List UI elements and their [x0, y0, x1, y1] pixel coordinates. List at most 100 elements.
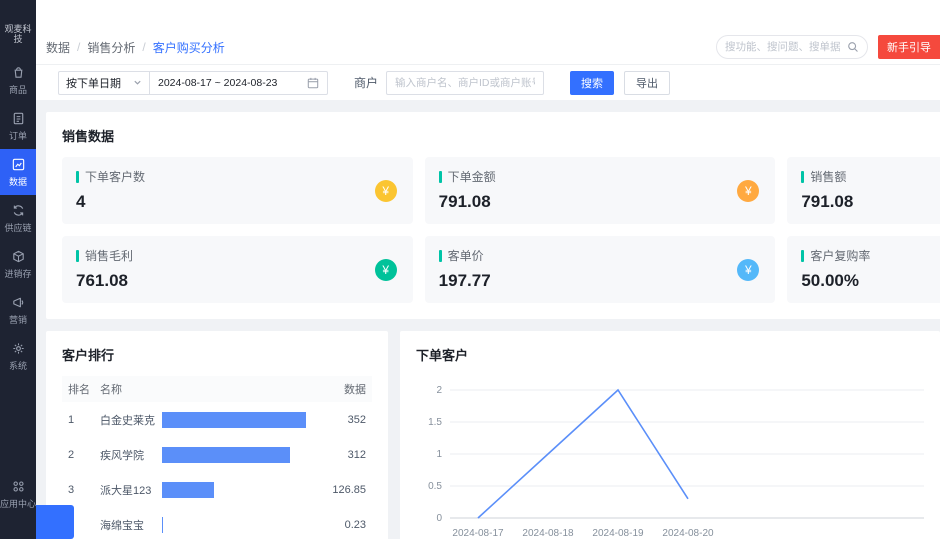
filter-bar: 按下单日期 商户 搜索 导出: [36, 64, 940, 100]
ranking-table-header: 排名 名称 数据: [62, 376, 372, 402]
svg-text:2: 2: [436, 385, 442, 396]
date-range-picker[interactable]: [150, 71, 328, 95]
ranking-row: 1白金史莱克 352: [62, 402, 372, 437]
customer-name: 海绵宝宝: [100, 517, 162, 533]
gear-icon: [11, 341, 26, 356]
svg-text:2024-08-19: 2024-08-19: [592, 528, 644, 539]
breadcrumb: 数据 / 销售分析 / 客户购买分析: [46, 39, 225, 56]
breadcrumb-item-data[interactable]: 数据: [46, 39, 70, 56]
breadcrumb-separator: /: [77, 40, 80, 54]
metric-sales-amount: 销售额 791.08: [787, 157, 940, 224]
svg-text:1: 1: [436, 449, 442, 460]
accent-bar: [439, 250, 442, 262]
yen-circle-icon: ¥: [375, 180, 397, 202]
svg-text:0: 0: [436, 513, 442, 524]
global-search-input[interactable]: [725, 41, 847, 53]
amount-circle-icon: ¥: [737, 180, 759, 202]
search-button[interactable]: 搜索: [570, 71, 614, 95]
sidebar-item-label: 订单: [9, 129, 27, 142]
svg-text:1.5: 1.5: [428, 417, 442, 428]
beginner-guide-button[interactable]: 新手引导: [878, 35, 940, 59]
sidebar-nav: 商品订单数据供应链进销存营销系统: [0, 57, 36, 379]
customer-ranking-title: 客户排行: [62, 345, 372, 364]
metric-value: 761.08: [76, 271, 399, 291]
order-icon: [11, 111, 26, 126]
sidebar-item-label: 数据: [9, 175, 27, 188]
sidebar-item-system[interactable]: 系统: [0, 333, 36, 379]
metric-value: 791.08: [801, 192, 940, 212]
customer-name: 白金史莱克: [100, 412, 162, 428]
ranking-bar: [162, 447, 290, 463]
rank-number: 3: [68, 484, 100, 496]
sidebar-item-label: 营销: [9, 313, 27, 326]
profit-circle-icon: ¥: [375, 259, 397, 281]
sidebar-item-marketing[interactable]: 营销: [0, 287, 36, 333]
supply-icon: [11, 203, 26, 218]
sidebar-item-supply[interactable]: 供应链: [0, 195, 36, 241]
rank-number: 1: [68, 414, 100, 426]
search-icon[interactable]: [847, 41, 859, 53]
price-circle-icon: ¥: [737, 259, 759, 281]
metric-value: 791.08: [439, 192, 762, 212]
customer-name: 派大星123: [100, 482, 162, 498]
sidebar-item-products[interactable]: 商品: [0, 57, 36, 103]
sidebar-item-orders[interactable]: 订单: [0, 103, 36, 149]
metric-order-customers: 下单客户数 4 ¥: [62, 157, 413, 224]
metric-value: 50.00%: [801, 271, 940, 291]
sidebar-item-inventory[interactable]: 进销存: [0, 241, 36, 287]
metric-avg-order-value: 客单价 197.77 ¥: [425, 236, 776, 303]
date-range-input[interactable]: [158, 77, 301, 89]
breadcrumb-current-page: 客户购买分析: [153, 39, 225, 56]
chevron-down-icon: [133, 78, 142, 87]
sales-data-card: 销售数据 下单客户数 4 ¥ 下单金额 791.08 ¥ 销售额 791.08: [46, 112, 940, 319]
ranking-bar: [162, 412, 306, 428]
sidebar-item-app-center[interactable]: 应用中心: [0, 471, 36, 517]
date-type-select[interactable]: 按下单日期: [58, 71, 150, 95]
global-search: [716, 35, 868, 59]
ranking-row: 3派大星123 126.85: [62, 472, 372, 507]
ranking-bar-track: [162, 447, 306, 463]
ranking-value: 312: [306, 449, 366, 461]
sales-data-title: 销售数据: [62, 126, 940, 145]
accent-bar: [439, 171, 442, 183]
inventory-icon: [11, 249, 26, 264]
merchant-search-input[interactable]: [386, 71, 544, 95]
accent-bar: [801, 250, 804, 262]
export-button[interactable]: 导出: [624, 71, 670, 95]
marketing-icon: [11, 295, 26, 310]
column-name: 名称: [100, 381, 306, 397]
sidebar-item-data[interactable]: 数据: [0, 149, 36, 195]
ranking-bar-track: [162, 482, 306, 498]
svg-text:0.5: 0.5: [428, 481, 442, 492]
ranking-value: 126.85: [306, 484, 366, 496]
metrics-grid: 下单客户数 4 ¥ 下单金额 791.08 ¥ 销售额 791.08 销售毛利 …: [62, 157, 940, 303]
order-customers-chart-card: 下单客户 00.511.522024-08-172024-08-182024-0…: [400, 331, 940, 539]
main-area: 数据 / 销售分析 / 客户购买分析 新手引导 按下单日期: [36, 0, 940, 539]
sidebar-item-label: 系统: [9, 359, 27, 372]
sidebar-item-label: 商品: [9, 83, 27, 96]
sidebar-item-label: 进销存: [4, 267, 31, 280]
order-customers-line-chart: 00.511.522024-08-172024-08-182024-08-192…: [416, 374, 924, 539]
svg-text:2024-08-18: 2024-08-18: [522, 528, 574, 539]
merchant-label: 商户: [354, 74, 378, 91]
app-logo: 观麦科技: [1, 24, 35, 45]
customer-name: 疾风学院: [100, 447, 162, 463]
calendar-icon: [307, 77, 319, 89]
ranking-bar-track: [162, 412, 306, 428]
ranking-value: 352: [306, 414, 366, 426]
chart-icon: [11, 157, 26, 172]
breadcrumb-item-sales-analysis[interactable]: 销售分析: [87, 39, 135, 56]
accent-bar: [76, 250, 79, 262]
sidebar-bottom: 应用中心: [0, 471, 36, 517]
floating-helper-button[interactable]: [36, 505, 74, 539]
column-rank: 排名: [68, 381, 100, 397]
column-value: 数据: [306, 381, 366, 397]
sidebar: 观麦科技 商品订单数据供应链进销存营销系统 应用中心: [0, 0, 36, 539]
metric-order-amount: 下单金额 791.08 ¥: [425, 157, 776, 224]
metric-value: 4: [76, 192, 399, 212]
svg-text:2024-08-20: 2024-08-20: [662, 528, 714, 539]
ranking-row: 2疾风学院312: [62, 437, 372, 472]
ranking-bar-track: [162, 517, 306, 533]
ranking-table-body: 1白金史莱克3522疾风学院3123派大星123126.854海绵宝宝0.23: [62, 402, 372, 539]
order-customers-chart-title: 下单客户: [416, 345, 924, 364]
